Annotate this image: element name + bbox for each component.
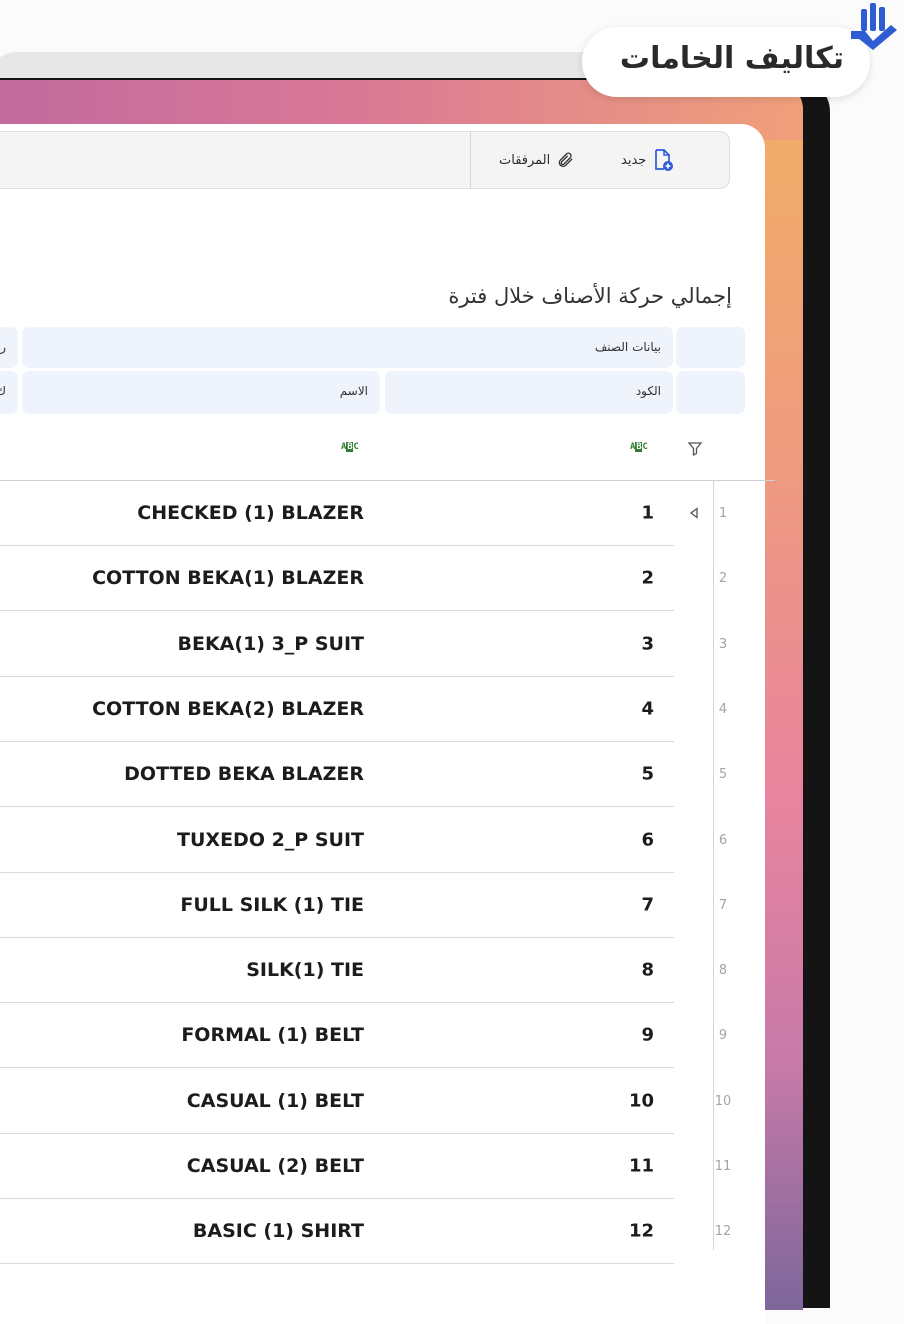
item-code-cell[interactable]: 4 [641, 698, 654, 719]
grid-header-divider [0, 480, 775, 481]
item-name-cell[interactable]: TUXEDO 2_P SUIT [177, 829, 364, 851]
row-number: 4 [718, 701, 728, 717]
item-code-cell[interactable]: 1 [641, 503, 654, 524]
row-number: 10 [714, 1093, 732, 1109]
filter-icon[interactable] [687, 441, 703, 457]
code-type-icon: ABC [630, 442, 648, 452]
item-name-cell[interactable]: CASUAL (1) BELT [187, 1090, 364, 1112]
toolbar: المرفقات جديد [0, 131, 730, 189]
new-label: جديد [621, 152, 647, 168]
item-name-cell[interactable]: COTTON BEKA(1) BLAZER [92, 567, 364, 589]
row-number: 1 [718, 506, 728, 521]
table-row[interactable]: SILK(1) TIE 8 [0, 938, 674, 1004]
item-name-cell[interactable]: CASUAL (2) BELT [187, 1155, 364, 1177]
row-number: 7 [718, 897, 728, 913]
item-code-cell[interactable]: 3 [641, 633, 654, 654]
toolbar-divider [470, 132, 471, 188]
section-badge-label: تكاليف الخامات [619, 41, 844, 76]
table-row[interactable]: CHECKED (1) BLAZER 1 [0, 481, 674, 546]
section-badge: تكاليف الخامات [582, 27, 870, 97]
app-window: المرفقات جديد إجمالي حركة الأصناف خلال ف… [0, 124, 765, 1324]
paperclip-icon [559, 152, 573, 167]
item-name-cell[interactable]: BASIC (1) SHIRT [193, 1220, 364, 1242]
column-header-corner [676, 371, 745, 414]
item-code-cell[interactable]: 2 [641, 568, 654, 589]
item-name-cell[interactable]: DOTTED BEKA BLAZER [124, 763, 364, 785]
item-code-cell[interactable]: 8 [641, 960, 654, 981]
row-number-gutter-border [713, 480, 714, 1250]
row-number: 2 [718, 571, 728, 587]
table-row[interactable]: FULL SILK (1) TIE 7 [0, 873, 674, 938]
column-header-name-label: الاسم [339, 384, 368, 398]
row-number: 3 [718, 636, 728, 652]
group-header-corner [676, 327, 745, 368]
row-number: 6 [718, 832, 728, 848]
brand-logo-icon [851, 3, 897, 50]
name-type-icon: ABC [341, 442, 359, 452]
item-code-cell[interactable]: 6 [641, 829, 654, 850]
group-header-next-label: رد [0, 340, 6, 354]
row-number: 11 [714, 1159, 732, 1174]
row-number: 9 [718, 1028, 728, 1044]
item-name-cell[interactable]: SILK(1) TIE [246, 959, 364, 981]
table-row[interactable]: TUXEDO 2_P SUIT 6 [0, 808, 674, 873]
group-header-label: بيانات الصنف [594, 340, 661, 354]
column-header-code-label: الكود [635, 384, 661, 398]
table-row[interactable]: COTTON BEKA(1) BLAZER 2 [0, 546, 674, 612]
table-row[interactable]: COTTON BEKA(2) BLAZER 4 [0, 677, 674, 742]
table-row[interactable]: CASUAL (1) BELT 10 [0, 1069, 674, 1134]
column-header-next[interactable]: ك [0, 371, 18, 414]
column-header-name[interactable]: الاسم [22, 371, 380, 414]
new-button[interactable]: جديد [621, 146, 674, 174]
row-number: 12 [714, 1224, 732, 1240]
item-code-cell[interactable]: 12 [629, 1221, 654, 1242]
attachments-label: المرفقات [499, 152, 551, 168]
table-row[interactable]: FORMAL (1) BELT 9 [0, 1003, 674, 1069]
file-plus-icon [655, 149, 674, 171]
item-name-cell[interactable]: CHECKED (1) BLAZER [137, 502, 364, 524]
table-row[interactable]: DOTTED BEKA BLAZER 5 [0, 742, 674, 808]
item-code-cell[interactable]: 9 [641, 1025, 654, 1046]
row-number: 8 [718, 963, 728, 979]
attachments-button[interactable]: المرفقات [499, 146, 574, 174]
item-name-cell[interactable]: FULL SILK (1) TIE [180, 894, 364, 916]
table-row[interactable]: BASIC (1) SHIRT 12 [0, 1199, 674, 1265]
item-code-cell[interactable]: 11 [629, 1156, 654, 1177]
item-code-cell[interactable]: 7 [641, 894, 654, 915]
item-name-cell[interactable]: FORMAL (1) BELT [181, 1024, 364, 1046]
item-code-cell[interactable]: 10 [629, 1090, 654, 1111]
table-row[interactable]: CASUAL (2) BELT 11 [0, 1134, 674, 1199]
row-pointer-icon [689, 507, 698, 519]
row-number: 5 [718, 767, 728, 783]
column-header-code[interactable]: الكود [385, 371, 673, 414]
group-header-next: رد [0, 327, 18, 368]
item-name-cell[interactable]: BEKA(1) 3_P SUIT [178, 633, 365, 655]
table-row[interactable]: BEKA(1) 3_P SUIT 3 [0, 612, 674, 677]
column-header-next-label: ك [0, 384, 6, 398]
report-title: إجمالي حركة الأصناف خلال فترة [448, 284, 732, 308]
group-header-item-data: بيانات الصنف [22, 327, 673, 368]
item-code-cell[interactable]: 5 [641, 764, 654, 785]
item-name-cell[interactable]: COTTON BEKA(2) BLAZER [92, 698, 364, 720]
